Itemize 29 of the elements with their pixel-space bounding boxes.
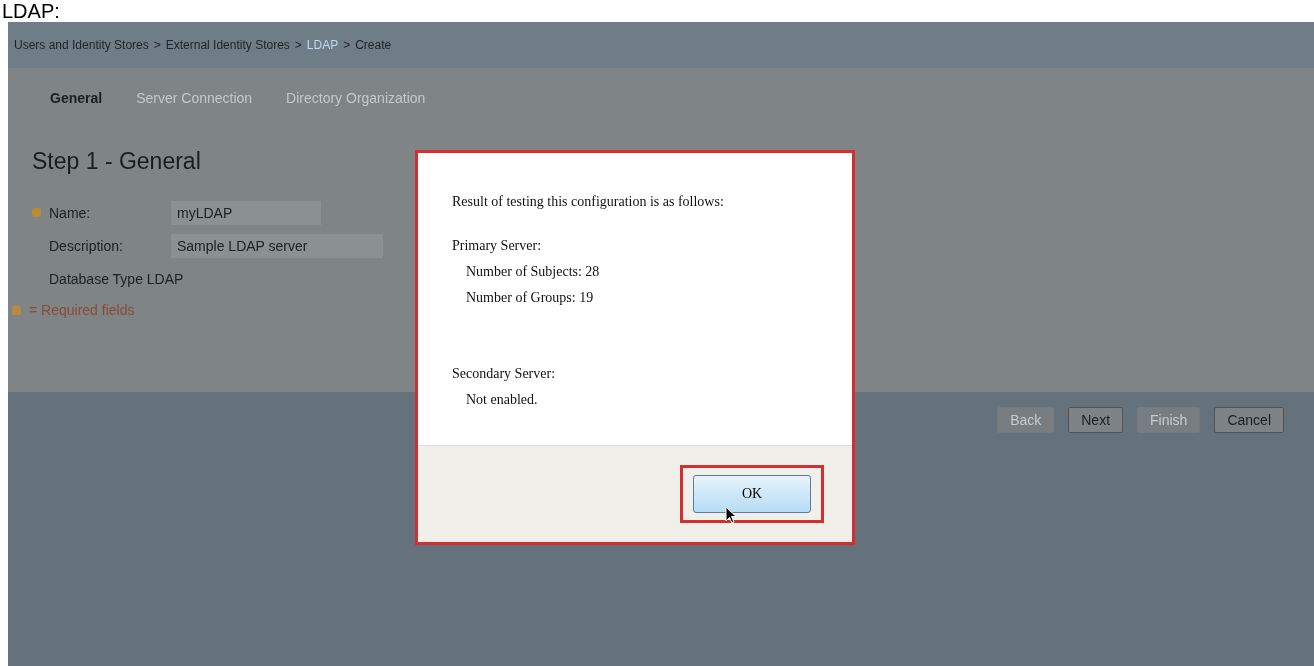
dialog-text: Not enabled.	[465, 391, 539, 409]
wizard-button[interactable]: Cancel	[1214, 407, 1284, 433]
dialog-text: Number of Groups: 19	[465, 289, 595, 307]
wizard-tab[interactable]: Directory Organization	[286, 90, 426, 106]
breadcrumb-item: External Identity Stores	[165, 38, 290, 52]
mouse-pointer-icon	[725, 506, 737, 525]
breadcrumb-item: Create	[355, 38, 392, 52]
required-icon	[12, 305, 21, 315]
dialog-text: Result of testing this configuration is as follows:	[452, 193, 725, 211]
breadcrumb-item: Users and Identity Stores	[14, 38, 149, 52]
caption-text: LDAP:	[1, 0, 61, 22]
input-field[interactable]: myLDAP	[171, 200, 321, 225]
ok-button[interactable]: OK	[693, 475, 811, 513]
field-text: Database Type LDAP	[49, 270, 184, 287]
wizard-button[interactable]: Next	[1068, 407, 1124, 433]
dialog-text: Number of Subjects: 28	[465, 263, 601, 281]
field-label: Name:	[49, 204, 92, 221]
breadcrumb-separator: >	[153, 38, 161, 52]
step-title: Step 1 - General	[32, 148, 202, 175]
breadcrumb-item[interactable]: LDAP	[306, 38, 339, 52]
breadcrumb-separator: >	[343, 38, 351, 52]
breadcrumb-separator: >	[294, 38, 302, 52]
dialog-text: Secondary Server:	[452, 365, 557, 383]
required-note: = Required fields	[29, 302, 135, 318]
field-label: Description:	[49, 237, 124, 254]
dialog-text: Primary Server:	[452, 237, 543, 255]
wizard-tab[interactable]: General	[50, 90, 103, 106]
wizard-tab[interactable]: Server Connection	[136, 90, 253, 106]
input-field[interactable]: Sample LDAP server	[171, 233, 383, 258]
